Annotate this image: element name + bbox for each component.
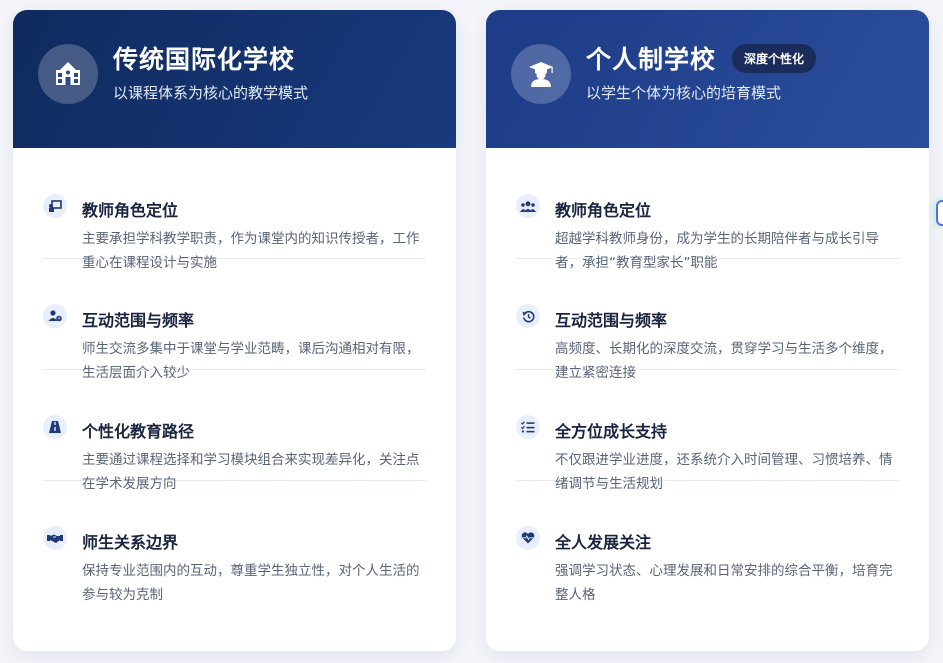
school-icon bbox=[38, 44, 98, 104]
chalkboard-teacher-icon bbox=[43, 194, 67, 218]
heart-pulse-icon bbox=[516, 526, 540, 550]
users-icon bbox=[516, 194, 540, 218]
card-header: 传统国际化学校 以课程体系为核心的教学模式 bbox=[13, 10, 456, 148]
feature-title: 互动范围与频率 bbox=[555, 311, 668, 330]
handshake-icon bbox=[43, 526, 67, 550]
feature-title: 全方位成长支持 bbox=[555, 422, 668, 441]
feature-item: 教师角色定位 超越学科教师身份，成为学生的长期陪伴者与成长引导者，承担“教育型家… bbox=[516, 148, 899, 271]
feature-title: 师生关系边界 bbox=[82, 533, 179, 552]
road-icon bbox=[43, 415, 67, 439]
checklist-icon bbox=[516, 415, 540, 439]
feature-description: 保持专业范围内的互动，尊重学生独立性，对个人生活的参与较为克制 bbox=[82, 563, 420, 603]
feature-list: 教师角色定位 主要承担学科教学职责，作为课堂内的知识传授者，工作重心在课程设计与… bbox=[43, 148, 426, 603]
card-subtitle: 以课程体系为核心的教学模式 bbox=[113, 84, 309, 102]
feature-description: 强调学习状态、心理发展和日常安排的综合平衡，培育完整人格 bbox=[555, 563, 893, 603]
feature-item: 教师角色定位 主要承担学科教学职责，作为课堂内的知识传授者，工作重心在课程设计与… bbox=[43, 148, 426, 271]
feature-title: 互动范围与频率 bbox=[82, 311, 195, 330]
feature-item: 互动范围与频率 师生交流多集中于课堂与学业范畴，课后沟通相对有限，生活层面介入较… bbox=[43, 259, 426, 381]
feature-title: 教师角色定位 bbox=[82, 201, 179, 220]
card-title: 个人制学校 bbox=[586, 45, 717, 74]
feature-item: 全人发展关注 强调学习状态、心理发展和日常安排的综合平衡，培育完整人格 bbox=[516, 481, 899, 603]
status-badge: 深度个性化 bbox=[732, 43, 817, 73]
feature-item: 个性化教育路径 主要通过课程选择和学习模块组合来实现差异化，关注点在学术发展方向 bbox=[43, 370, 426, 492]
feature-item: 师生关系边界 保持专业范围内的互动，尊重学生独立性，对个人生活的参与较为克制 bbox=[43, 481, 426, 603]
feature-item: 互动范围与频率 高频度、长期化的深度交流，贯穿学习与生活多个维度，建立紧密连接 bbox=[516, 259, 899, 381]
personal-school-card: 个人制学校 深度个性化 以学生个体为核心的培育模式 教师角色定位 超越学科教师身… bbox=[486, 10, 929, 651]
user-clock-icon bbox=[43, 304, 67, 328]
feature-item: 全方位成长支持 不仅跟进学业进度，还系统介入时间管理、习惯培养、情绪调节与生活规… bbox=[516, 370, 899, 492]
side-scroll-handle[interactable] bbox=[936, 200, 943, 226]
traditional-school-card: 传统国际化学校 以课程体系为核心的教学模式 教师角色定位 主要承担学科教学职责，… bbox=[13, 10, 456, 651]
card-header: 个人制学校 深度个性化 以学生个体为核心的培育模式 bbox=[486, 10, 929, 148]
feature-title: 个性化教育路径 bbox=[82, 422, 195, 441]
comparison-page: 传统国际化学校 以课程体系为核心的教学模式 教师角色定位 主要承担学科教学职责，… bbox=[0, 0, 943, 663]
feature-title: 全人发展关注 bbox=[555, 533, 652, 552]
card-title: 传统国际化学校 bbox=[113, 45, 296, 74]
graduate-icon bbox=[511, 44, 571, 104]
card-subtitle: 以学生个体为核心的培育模式 bbox=[586, 84, 782, 102]
history-icon bbox=[516, 304, 540, 328]
feature-title: 教师角色定位 bbox=[555, 201, 652, 220]
feature-list: 教师角色定位 超越学科教师身份，成为学生的长期陪伴者与成长引导者，承担“教育型家… bbox=[516, 148, 899, 603]
